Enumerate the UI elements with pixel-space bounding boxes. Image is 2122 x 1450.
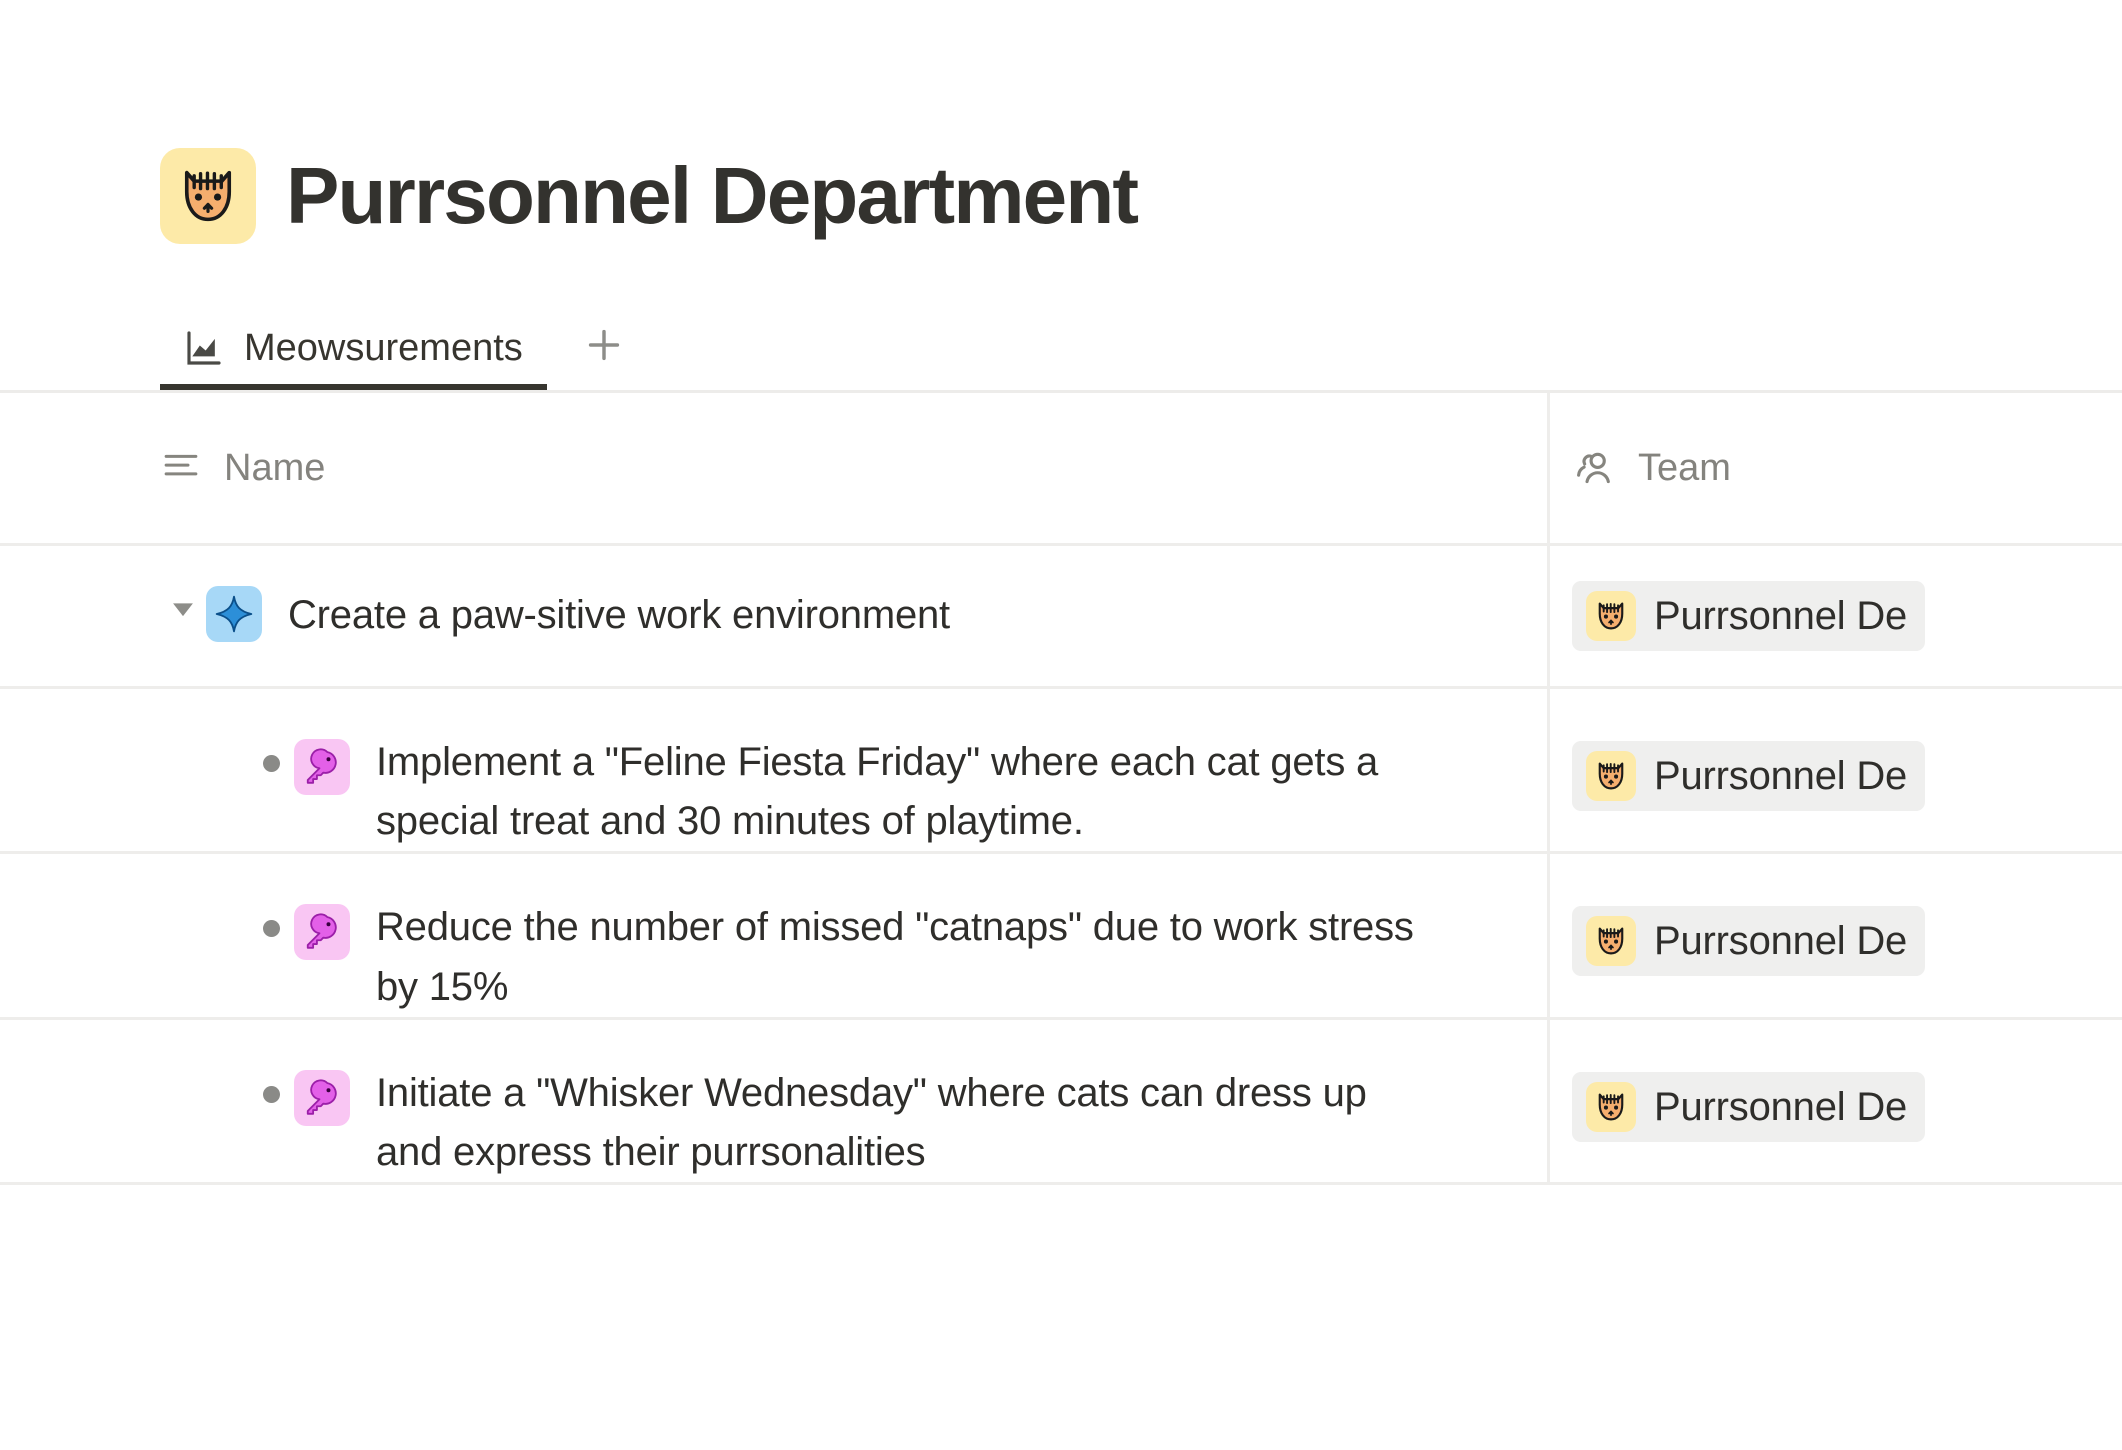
team-chip[interactable]: Purrsonnel De	[1572, 1071, 1926, 1142]
table-header-row: Name Team	[0, 393, 2122, 546]
text-lines-icon	[160, 445, 202, 492]
cat-face-emoji	[1586, 591, 1636, 641]
row-name-text: Reduce the number of missed "catnaps" du…	[376, 905, 1414, 1009]
key-icon	[294, 739, 350, 795]
people-icon	[1572, 444, 1616, 493]
sparkle-star-icon	[206, 586, 262, 643]
row-team-cell[interactable]: Purrsonnel De	[1550, 1020, 2122, 1182]
page-header: Purrsonnel Department	[0, 0, 2122, 244]
chart-icon	[184, 328, 224, 368]
row-name-cell[interactable]: Reduce the number of missed "catnaps" du…	[0, 854, 1550, 1017]
cat-face-emoji	[1586, 1081, 1636, 1132]
row-name-cell[interactable]: Create a paw-sitive work environment	[0, 546, 1550, 686]
team-chip-label: Purrsonnel De	[1654, 919, 1908, 964]
team-chip[interactable]: Purrsonnel De	[1572, 741, 1926, 811]
team-chip[interactable]: Purrsonnel De	[1572, 906, 1926, 977]
table-row[interactable]: Implement a "Feline Fiesta Friday" where…	[0, 689, 2122, 855]
cat-face-emoji[interactable]	[160, 148, 256, 244]
bullet-icon	[248, 1064, 294, 1103]
column-header-name-label: Name	[224, 447, 326, 489]
table-row[interactable]: Initiate a "Whisker Wednesday" where cat…	[0, 1019, 2122, 1186]
row-name-cell[interactable]: Initiate a "Whisker Wednesday" where cat…	[0, 1019, 1550, 1183]
key-icon	[294, 1069, 350, 1126]
column-header-team[interactable]: Team	[1550, 393, 2122, 543]
tab-bar: Meowsurements	[0, 304, 2122, 390]
team-chip-label: Purrsonnel De	[1654, 594, 1908, 638]
team-chip-label: Purrsonnel De	[1654, 1084, 1908, 1129]
key-icon	[294, 904, 350, 961]
page-title: Purrsonnel Department	[286, 151, 1139, 240]
bullet-icon	[248, 733, 294, 772]
row-name-cell[interactable]: Implement a "Feline Fiesta Friday" where…	[0, 689, 1550, 852]
tab-meowsurements[interactable]: Meowsurements	[160, 328, 547, 390]
cat-face-emoji	[1586, 751, 1636, 801]
team-chip-label: Purrsonnel De	[1654, 754, 1908, 798]
row-team-cell[interactable]: Purrsonnel De	[1550, 689, 2122, 851]
row-name-text: Create a paw-sitive work environment	[288, 593, 950, 638]
row-name-text: Initiate a "Whisker Wednesday" where cat…	[376, 1070, 1367, 1174]
cat-face-emoji	[1586, 916, 1636, 967]
row-team-cell[interactable]: Purrsonnel De	[1550, 854, 2122, 1016]
bullet-icon	[248, 898, 294, 938]
column-header-name[interactable]: Name	[0, 393, 1550, 543]
column-header-team-label: Team	[1638, 447, 1731, 489]
row-name-text: Implement a "Feline Fiesta Friday" where…	[376, 740, 1379, 844]
row-team-cell[interactable]: Purrsonnel De	[1550, 546, 2122, 686]
data-table: Name Team Create a paw-sitive work envir…	[0, 390, 2122, 1186]
table-row[interactable]: Reduce the number of missed "catnaps" du…	[0, 854, 2122, 1020]
table-row[interactable]: Create a paw-sitive work environment Pur…	[0, 546, 2122, 689]
tab-label: Meowsurements	[244, 327, 523, 369]
team-chip[interactable]: Purrsonnel De	[1572, 581, 1926, 651]
collapse-toggle-icon[interactable]	[160, 586, 206, 626]
add-tab-button[interactable]	[571, 312, 637, 378]
